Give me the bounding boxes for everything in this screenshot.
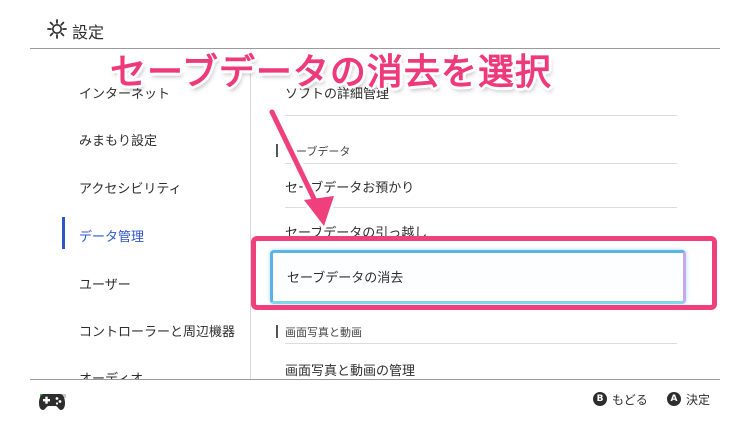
annotation-banner: セーブデータの消去を選択	[110, 52, 552, 93]
list-item-media-management[interactable]: 画面写真と動画の管理	[285, 360, 415, 379]
section-heading-save-data: セーブデータ	[285, 145, 351, 158]
ok-label: 決定	[686, 392, 711, 407]
list-divider	[285, 207, 677, 208]
page-title: 設定	[72, 23, 105, 42]
back-label: もどる	[612, 392, 648, 407]
gear-icon	[47, 19, 67, 39]
list-divider	[285, 115, 677, 116]
sidebar: インターネット みまもり設定 アクセシビリティ データ管理 ユーザー コントロー…	[0, 49, 250, 379]
list-divider	[285, 343, 677, 344]
list-item-delete-save-data[interactable]: セーブデータの消去	[270, 250, 686, 304]
sidebar-item-audio[interactable]: オーディオ	[79, 368, 143, 379]
footer-divider	[30, 379, 720, 380]
list-item-save-data-transfer[interactable]: セーブデータの引っ越し	[285, 222, 427, 241]
header: 設定	[0, 0, 750, 48]
sidebar-item-accessibility[interactable]: アクセシビリティ	[79, 178, 182, 197]
a-button-icon: A	[667, 392, 681, 406]
ok-button[interactable]: A 決定	[667, 391, 710, 407]
list-item-save-data-cloud[interactable]: セーブデータお預かり	[285, 177, 414, 196]
section-heading-media: 画面写真と動画	[285, 326, 362, 339]
b-button-icon: B	[593, 392, 607, 406]
section-marker	[276, 144, 278, 157]
section-marker	[276, 325, 278, 338]
main-list: ソフトの詳細管理 セーブデータ セーブデータお預かり セーブデータの引っ越し 画…	[251, 49, 750, 379]
sidebar-item-controllers[interactable]: コントローラーと周辺機器	[79, 321, 235, 340]
sidebar-selection-indicator	[62, 217, 65, 249]
list-item-label: セーブデータの消去	[287, 271, 404, 286]
controller-icon	[39, 394, 65, 410]
list-divider	[285, 163, 677, 164]
sidebar-item-parental-controls[interactable]: みまもり設定	[79, 130, 157, 149]
sidebar-item-data-management[interactable]: データ管理	[79, 226, 144, 245]
back-button[interactable]: B もどる	[593, 391, 648, 407]
sidebar-item-users[interactable]: ユーザー	[79, 274, 131, 293]
